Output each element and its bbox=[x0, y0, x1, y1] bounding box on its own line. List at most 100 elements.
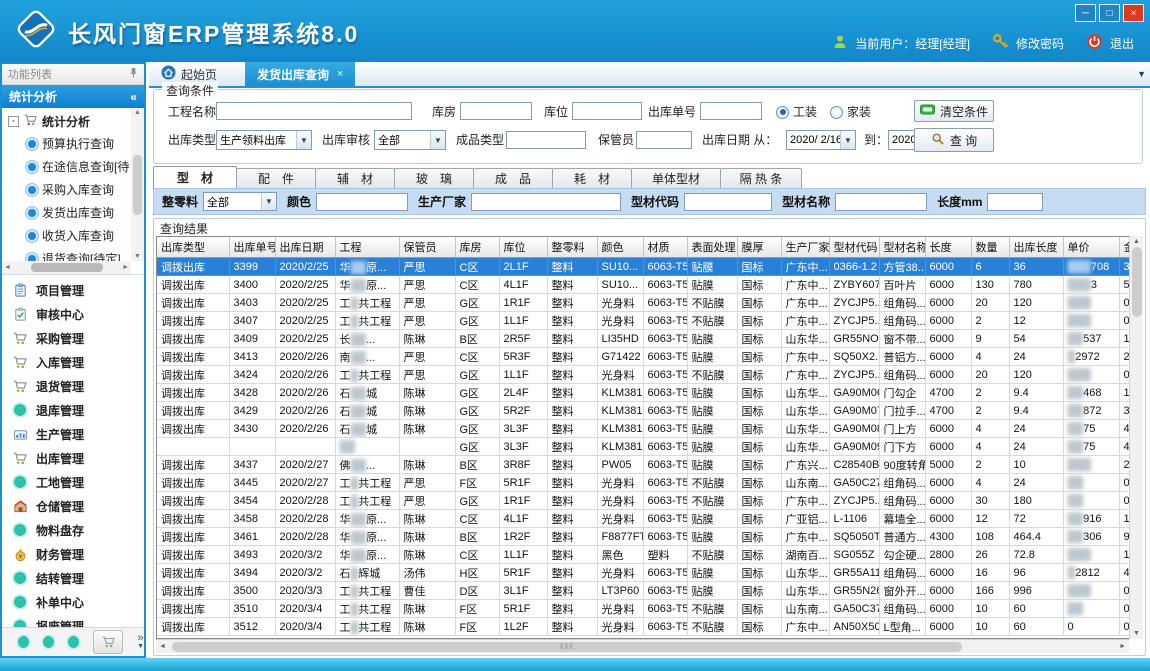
column-header-出库单号[interactable]: 出库单号 bbox=[229, 237, 275, 258]
overflow-chevron-icon[interactable]: »▼ bbox=[137, 635, 144, 650]
footer-cart-button[interactable] bbox=[93, 630, 123, 654]
column-header-库位[interactable]: 库位 bbox=[499, 237, 547, 258]
material-tab-型材[interactable]: 型 材 bbox=[153, 166, 237, 188]
date-from-picker[interactable]: 2020/ 2/16 ▼ bbox=[786, 130, 856, 150]
column-header-工程[interactable]: 工程 bbox=[335, 237, 399, 258]
column-header-出库类型[interactable]: 出库类型 bbox=[157, 237, 229, 258]
table-hscroll-thumb[interactable]: ⦀⦀⦀ bbox=[172, 642, 962, 652]
tab-overflow-icon[interactable]: ▼ bbox=[1137, 69, 1146, 79]
tab-home[interactable]: 起始页 bbox=[151, 64, 227, 84]
sidebar-item-结转管理[interactable]: 结转管理 bbox=[2, 566, 144, 590]
dropdown-arrow-icon[interactable]: ▼ bbox=[296, 131, 311, 149]
scroll-right-icon[interactable]: ► bbox=[122, 264, 129, 271]
location-input[interactable] bbox=[572, 102, 642, 120]
table-row[interactable]: 调拨出库35102020/3/4工█共工程陈琳F区5R1F整料光身料6063-T… bbox=[157, 600, 1140, 618]
order-no-input[interactable] bbox=[700, 102, 762, 120]
tree-item[interactable]: 采购入库查询 bbox=[2, 178, 131, 201]
radio-home[interactable]: 家装 bbox=[830, 102, 871, 122]
sidebar-item-财务管理[interactable]: 财务管理 bbox=[2, 542, 144, 566]
out-type-select[interactable]: 生产领料出库 ▼ bbox=[216, 130, 312, 150]
sidebar-item-出库管理[interactable]: 出库管理 bbox=[2, 446, 144, 470]
table-row[interactable]: 调拨出库34282020/2/26石██城陈琳G区2L4F整料KLM381760… bbox=[157, 384, 1140, 402]
tree-item[interactable]: 收货入库查询 bbox=[2, 224, 131, 247]
scroll-down-icon[interactable]: ▼ bbox=[1133, 630, 1140, 637]
footer-circle-icon[interactable] bbox=[68, 636, 79, 648]
table-row[interactable]: 调拨出库34072020/2/25工█共工程严思G区1L1F整料光身料6063-… bbox=[157, 312, 1140, 330]
column-header-膜厚[interactable]: 膜厚 bbox=[737, 237, 781, 258]
column-header-单价[interactable]: 单价 bbox=[1063, 237, 1119, 258]
sidebar-item-物料盘存[interactable]: 物料盘存 bbox=[2, 518, 144, 542]
column-header-出库长度[interactable]: 出库长度 bbox=[1009, 237, 1063, 258]
filter-input-颜色[interactable] bbox=[316, 193, 408, 211]
material-tab-耗材[interactable]: 耗 材 bbox=[552, 168, 632, 188]
table-row[interactable]: 调拨出库34092020/2/25长██...陈琳B区2R5F整料LI35HD6… bbox=[157, 330, 1140, 348]
tree-hscroll-thumb[interactable] bbox=[31, 263, 103, 272]
table-vertical-scrollbar[interactable]: ▲ ▼ bbox=[1129, 236, 1143, 639]
table-row[interactable]: 调拨出库34032020/2/25工█共工程严思G区1R1F整料光身料6063-… bbox=[157, 294, 1140, 312]
column-header-整零料[interactable]: 整零料 bbox=[547, 237, 597, 258]
column-header-数量[interactable]: 数量 bbox=[971, 237, 1009, 258]
tree-item[interactable]: 发货出库查询 bbox=[2, 201, 131, 224]
tree-horizontal-scrollbar[interactable]: ◄ ► bbox=[2, 261, 131, 274]
sidebar-item-审核中心[interactable]: 审核中心 bbox=[2, 302, 144, 326]
dropdown-arrow-icon[interactable]: ▼ bbox=[261, 193, 276, 210]
column-header-型材代码[interactable]: 型材代码 bbox=[829, 237, 879, 258]
filter-input-生产厂家[interactable] bbox=[471, 193, 621, 211]
scroll-left-icon[interactable]: ◄ bbox=[4, 264, 11, 271]
column-header-保管员[interactable]: 保管员 bbox=[399, 237, 455, 258]
table-row[interactable]: 调拨出库35122020/3/4工█共工程陈琳F区1L2F整料光身料6063-T… bbox=[157, 618, 1140, 636]
table-row[interactable]: 调拨出库34292020/2/26石██城陈琳G区5R2F整料KLM381760… bbox=[157, 402, 1140, 420]
tree-item[interactable]: 在途信息查询[待 bbox=[2, 155, 131, 178]
collapse-icon[interactable]: « bbox=[130, 90, 137, 104]
sidebar-item-补单中心[interactable]: 补单中心 bbox=[2, 590, 144, 614]
scroll-up-icon[interactable]: ▲ bbox=[134, 109, 141, 116]
sidebar-item-退货管理[interactable]: 退货管理 bbox=[2, 374, 144, 398]
tree-vertical-scrollbar[interactable]: ▲ ▼ bbox=[131, 108, 144, 261]
table-row[interactable]: 调拨出库34942020/3/2石█辉城汤伟H区5R1F整料光身料6063-T5… bbox=[157, 564, 1140, 582]
table-row[interactable]: 调拨出库34132020/2/26南██...严思C区5R3F整料G714226… bbox=[157, 348, 1140, 366]
table-row[interactable]: 调拨出库33992020/2/25华██原...严思C区2L1F整料SU10..… bbox=[157, 258, 1140, 276]
column-header-表面处理[interactable]: 表面处理 bbox=[687, 237, 737, 258]
radio-home-dot[interactable] bbox=[830, 106, 843, 119]
column-header-型材名称[interactable]: 型材名称 bbox=[879, 237, 925, 258]
warehouse-input[interactable] bbox=[460, 102, 532, 120]
change-password-link[interactable]: 修改密码 bbox=[1016, 35, 1064, 52]
scroll-up-icon[interactable]: ▲ bbox=[1133, 238, 1140, 245]
audit-select[interactable]: 全部 ▼ bbox=[374, 130, 446, 150]
scroll-right-icon[interactable]: ► bbox=[1119, 643, 1126, 650]
sidebar-item-工地管理[interactable]: 工地管理 bbox=[2, 470, 144, 494]
radio-industrial[interactable]: 工装 bbox=[776, 102, 817, 122]
table-vscroll-thumb[interactable] bbox=[1132, 247, 1142, 317]
material-tab-隔热条[interactable]: 隔 热 条 bbox=[720, 168, 802, 188]
table-row[interactable]: 调拨出库35002020/3/3工█共工程曹佳D区3L1F整料LT3P60606… bbox=[157, 582, 1140, 600]
stats-section-header[interactable]: 统计分析 « bbox=[2, 85, 144, 108]
material-tab-辅材[interactable]: 辅 材 bbox=[315, 168, 395, 188]
footer-circle-icon[interactable] bbox=[18, 636, 29, 648]
pin-icon[interactable] bbox=[129, 67, 138, 81]
material-tab-配件[interactable]: 配 件 bbox=[236, 168, 316, 188]
table-row[interactable]: 调拨出库34452020/2/27工█共工程严思F区5R1F整料光身料6063-… bbox=[157, 474, 1140, 492]
maximize-button[interactable]: □ bbox=[1099, 4, 1120, 22]
table-row[interactable]: 调拨出库34582020/2/28华██原...陈琳C区4L1F整料光身料606… bbox=[157, 510, 1140, 528]
filter-input-长度mm[interactable] bbox=[987, 193, 1043, 211]
filter-input-型材名称[interactable] bbox=[835, 193, 927, 211]
material-tab-成品[interactable]: 成 品 bbox=[473, 168, 553, 188]
sidebar-item-入库管理[interactable]: 入库管理 bbox=[2, 350, 144, 374]
table-row[interactable]: 调拨出库34542020/2/28工█共工程严思G区1R1F整料光身料6063-… bbox=[157, 492, 1140, 510]
dropdown-arrow-icon[interactable]: ▼ bbox=[430, 131, 445, 149]
sidebar-item-退库管理[interactable]: 退库管理 bbox=[2, 398, 144, 422]
close-button[interactable]: × bbox=[1123, 4, 1144, 22]
sidebar-item-采购管理[interactable]: 采购管理 bbox=[2, 326, 144, 350]
table-horizontal-scrollbar[interactable]: ◄ ⦀⦀⦀ ► bbox=[156, 639, 1129, 653]
table-row[interactable]: 调拨出库34002020/2/25华██原...严思C区4L1F整料SU10..… bbox=[157, 276, 1140, 294]
table-row[interactable]: 调拨出库34932020/3/2华██原...陈琳C区1L1F整料黑色塑料不贴膜… bbox=[157, 546, 1140, 564]
table-row[interactable]: 调拨出库34242020/2/26工█共工程严思G区1L1F整料光身料6063-… bbox=[157, 366, 1140, 384]
column-header-库房[interactable]: 库房 bbox=[455, 237, 499, 258]
clear-conditions-button[interactable]: 清空条件 bbox=[914, 100, 994, 122]
column-header-出库日期[interactable]: 出库日期 bbox=[275, 237, 335, 258]
tree-vscroll-thumb[interactable] bbox=[133, 155, 142, 215]
table-row[interactable]: 调拨出库34372020/2/27佛██...陈琳B区3R8F整料PW05606… bbox=[157, 456, 1140, 474]
sidebar-item-生产管理[interactable]: 生产管理 bbox=[2, 422, 144, 446]
scroll-down-icon[interactable]: ▼ bbox=[134, 253, 141, 260]
tree-item[interactable]: 预算执行查询 bbox=[2, 132, 131, 155]
